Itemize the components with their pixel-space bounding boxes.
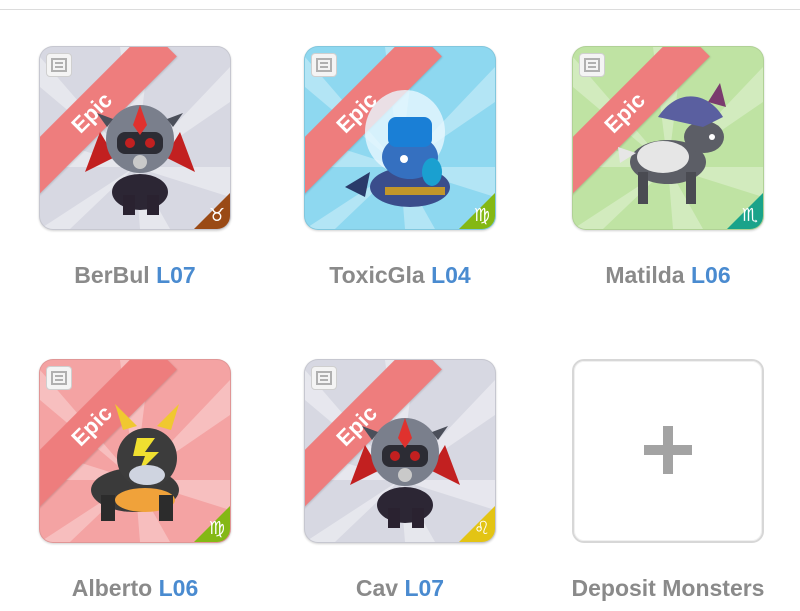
monster-name: Cav — [355, 575, 399, 601]
monster-card-berbul[interactable]: Epic ♉ — [39, 46, 231, 230]
notes-icon[interactable] — [46, 53, 72, 77]
deposit-monsters-button[interactable] — [572, 359, 764, 543]
wolf-icon — [618, 83, 726, 204]
zodiac-badge: ♉ — [194, 193, 230, 229]
helmet-knight-icon — [85, 105, 195, 215]
monster-label[interactable]: BerBul L07 — [20, 262, 250, 289]
notes-icon[interactable] — [46, 366, 72, 390]
helmet-knight-icon — [350, 418, 460, 528]
deposit-monsters-label[interactable]: Deposit Monsters — [553, 575, 783, 602]
monster-name: Matilda — [605, 262, 685, 288]
monster-name: Alberto — [71, 575, 153, 601]
zodiac-leo-icon: ♌ — [473, 518, 490, 539]
zodiac-virgo-icon: ♍ — [208, 518, 225, 539]
notes-icon[interactable] — [579, 53, 605, 77]
monster-level: L06 — [158, 575, 199, 601]
monster-card-cav[interactable]: Epic ♌ — [304, 359, 496, 543]
sea-monster-icon — [345, 90, 450, 207]
plus-icon — [644, 426, 692, 474]
monster-level: L07 — [404, 575, 445, 601]
zodiac-scorpio-icon: ♏ — [741, 205, 758, 226]
monster-label[interactable]: Cav L07 — [285, 575, 515, 602]
monster-level: L06 — [690, 262, 731, 288]
monster-level: L07 — [156, 262, 196, 288]
zodiac-badge: ♏ — [727, 193, 763, 229]
monster-card-alberto[interactable]: Epic ♍ — [39, 359, 231, 543]
bulldog-icon — [91, 404, 179, 521]
notes-icon[interactable] — [311, 53, 337, 77]
monster-card-matilda[interactable]: Epic ♏ — [572, 46, 764, 230]
zodiac-badge: ♌ — [459, 506, 495, 542]
monster-level: L04 — [431, 262, 471, 288]
monster-label[interactable]: Matilda L06 — [553, 262, 783, 289]
monster-card-toxicgla[interactable]: Epic ♍ — [304, 46, 496, 230]
zodiac-taurus-icon: ♉ — [208, 205, 225, 226]
monster-name: ToxicGla — [329, 262, 425, 288]
monster-label[interactable]: ToxicGla L04 — [285, 262, 515, 289]
monster-grid: Epic ♉ BerBul L07 Epic ♍ ToxicGla L04 Ep… — [0, 0, 800, 611]
zodiac-badge: ♍ — [194, 506, 230, 542]
monster-name: BerBul — [74, 262, 150, 288]
monster-label[interactable]: Alberto L06 — [20, 575, 250, 602]
zodiac-virgo-icon: ♍ — [473, 205, 490, 226]
notes-icon[interactable] — [311, 366, 337, 390]
zodiac-badge: ♍ — [459, 193, 495, 229]
